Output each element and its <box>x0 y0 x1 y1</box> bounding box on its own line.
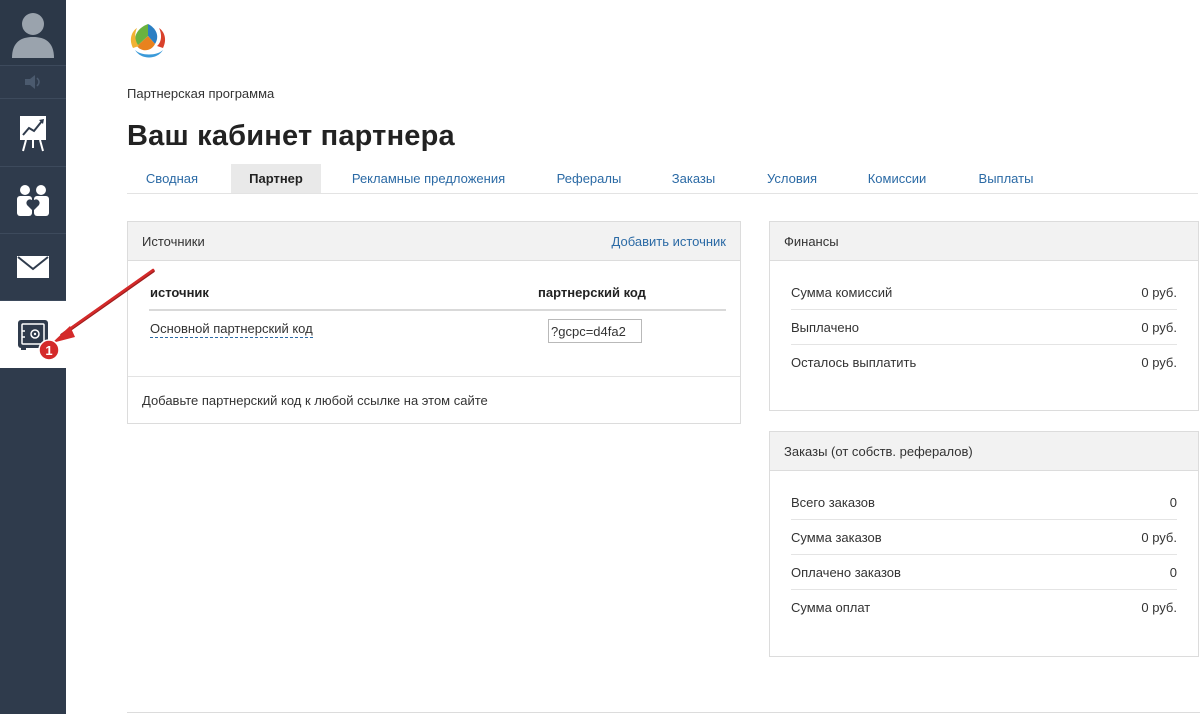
paid-orders-label: Оплачено заказов <box>791 564 901 580</box>
paid-value: 0 руб. <box>1141 319 1177 335</box>
tab-bar: Сводная Партнер Рекламные предложения Ре… <box>127 164 1198 194</box>
tab-conditions[interactable]: Условия <box>749 164 835 193</box>
orders-panel: Заказы (от собств. рефералов) Всего зака… <box>769 431 1199 657</box>
sidebar-item-messages[interactable] <box>0 234 66 301</box>
safe-icon <box>18 319 48 350</box>
total-orders-value: 0 <box>1169 494 1177 510</box>
orders-sum-value: 0 руб. <box>1141 529 1177 545</box>
sidebar-item-affiliate[interactable] <box>0 301 66 368</box>
sidebar-item-statistics[interactable] <box>0 99 66 167</box>
list-item: Сумма заказов 0 руб. <box>791 520 1177 555</box>
sources-table-header: источник партнерский код <box>149 282 726 311</box>
paid-label: Выплачено <box>791 319 859 335</box>
company-logo <box>130 24 166 58</box>
tab-summary[interactable]: Сводная <box>127 164 217 193</box>
tab-ad-offers[interactable]: Рекламные предложения <box>341 164 516 193</box>
list-item: Осталось выплатить 0 руб. <box>791 345 1177 380</box>
sources-panel: Источники Добавить источник источник пар… <box>127 221 741 424</box>
commission-sum-value: 0 руб. <box>1141 284 1177 300</box>
table-row: Основной партнерский код <box>149 311 726 353</box>
payments-sum-value: 0 руб. <box>1141 600 1177 615</box>
tab-payouts[interactable]: Выплаты <box>961 164 1051 193</box>
breadcrumb[interactable]: Партнерская программа <box>127 86 274 101</box>
finances-panel-header: Финансы <box>770 222 1198 261</box>
source-name-link[interactable]: Основной партнерский код <box>150 321 313 338</box>
list-item: Сумма комиссий 0 руб. <box>791 275 1177 310</box>
column-partner-code: партнерский код <box>538 285 646 300</box>
sidebar <box>0 0 66 714</box>
list-item: Выплачено 0 руб. <box>791 310 1177 345</box>
tab-commissions[interactable]: Комиссии <box>852 164 942 193</box>
orders-title: Заказы (от собств. рефералов) <box>784 443 973 459</box>
total-orders-label: Всего заказов <box>791 494 875 510</box>
orders-list: Всего заказов 0 Сумма заказов 0 руб. Опл… <box>770 471 1198 625</box>
sources-hint: Добавьте партнерский код к любой ссылке … <box>128 376 740 424</box>
tab-referrals[interactable]: Рефералы <box>539 164 639 193</box>
finances-title: Финансы <box>784 233 839 249</box>
finances-list: Сумма комиссий 0 руб. Выплачено 0 руб. О… <box>770 261 1198 380</box>
envelope-icon <box>17 256 49 278</box>
payments-sum-label: Сумма оплат <box>791 600 871 615</box>
list-item: Всего заказов 0 <box>791 485 1177 520</box>
commission-sum-label: Сумма комиссий <box>791 284 893 300</box>
orders-sum-label: Сумма заказов <box>791 529 882 545</box>
remaining-label: Осталось выплатить <box>791 355 917 370</box>
footer-divider <box>127 712 1200 713</box>
partner-code-field[interactable] <box>548 319 642 343</box>
list-item: Сумма оплат 0 руб. <box>791 590 1177 625</box>
paid-orders-value: 0 <box>1169 564 1177 580</box>
tab-orders[interactable]: Заказы <box>651 164 736 193</box>
list-item: Оплачено заказов 0 <box>791 555 1177 590</box>
user-avatar-icon <box>12 12 54 58</box>
speaker-icon <box>25 75 40 89</box>
sources-panel-header: Источники Добавить источник <box>128 222 740 261</box>
sidebar-item-sound[interactable] <box>0 66 66 99</box>
sources-table: источник партнерский код Основной партне… <box>149 282 726 353</box>
sidebar-item-profile[interactable] <box>0 0 66 66</box>
sidebar-item-partners[interactable] <box>0 167 66 234</box>
remaining-value: 0 руб. <box>1141 355 1177 370</box>
column-source: источник <box>150 285 209 300</box>
tab-partner[interactable]: Партнер <box>231 164 321 193</box>
orders-panel-header: Заказы (от собств. рефералов) <box>770 432 1198 471</box>
page-title: Ваш кабинет партнера <box>127 120 455 152</box>
sources-title: Источники <box>142 233 205 249</box>
add-source-link[interactable]: Добавить источник <box>612 234 726 249</box>
finances-panel: Финансы Сумма комиссий 0 руб. Выплачено … <box>769 221 1199 411</box>
chart-board-icon <box>20 115 46 151</box>
people-heart-icon <box>17 185 49 216</box>
